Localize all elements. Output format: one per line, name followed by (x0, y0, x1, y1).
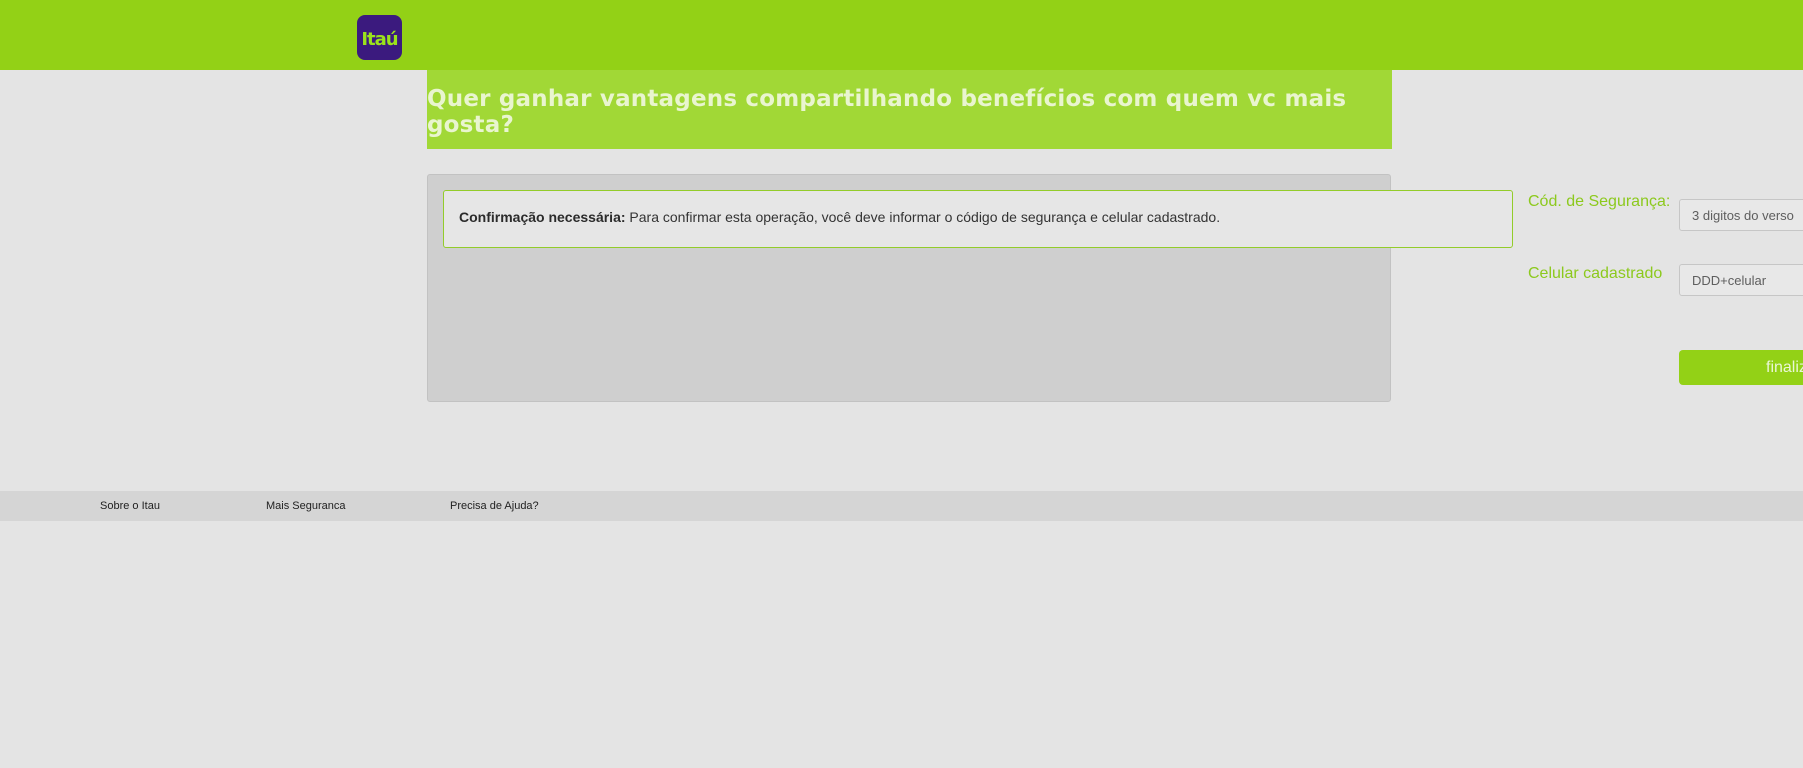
itau-logo[interactable]: Itaú (357, 15, 402, 60)
footer-bar: Sobre o Itau Mais Seguranca Precisa de A… (0, 491, 1803, 521)
confirmation-alert: Confirmação necessária: Para confirmar e… (443, 190, 1513, 248)
banner-text: Quer ganhar vantagens compartilhando ben… (427, 85, 1347, 138)
security-code-input[interactable] (1679, 199, 1803, 231)
alert-message: Para confirmar esta operação, você deve … (629, 209, 1221, 225)
alert-title: Confirmação necessária: (459, 209, 626, 225)
phone-label: Celular cadastrado (1528, 265, 1663, 282)
promo-banner: Quer ganhar vantagens compartilhando ben… (427, 70, 1392, 149)
footer-link-ajuda[interactable]: Precisa de Ajuda? (450, 500, 539, 512)
top-header-bar: Itaú (0, 0, 1803, 70)
security-code-label: Cód. de Segurança: (1528, 193, 1671, 210)
page: Itaú Quer ganhar vantagens compartilhand… (0, 0, 1803, 768)
footer-link-seguranca[interactable]: Mais Seguranca (266, 500, 346, 512)
logo-text: Itaú (361, 29, 398, 50)
footer-link-sobre[interactable]: Sobre o Itau (100, 500, 160, 512)
phone-input[interactable] (1679, 264, 1803, 296)
finalize-button[interactable]: finaliz (1679, 350, 1803, 385)
